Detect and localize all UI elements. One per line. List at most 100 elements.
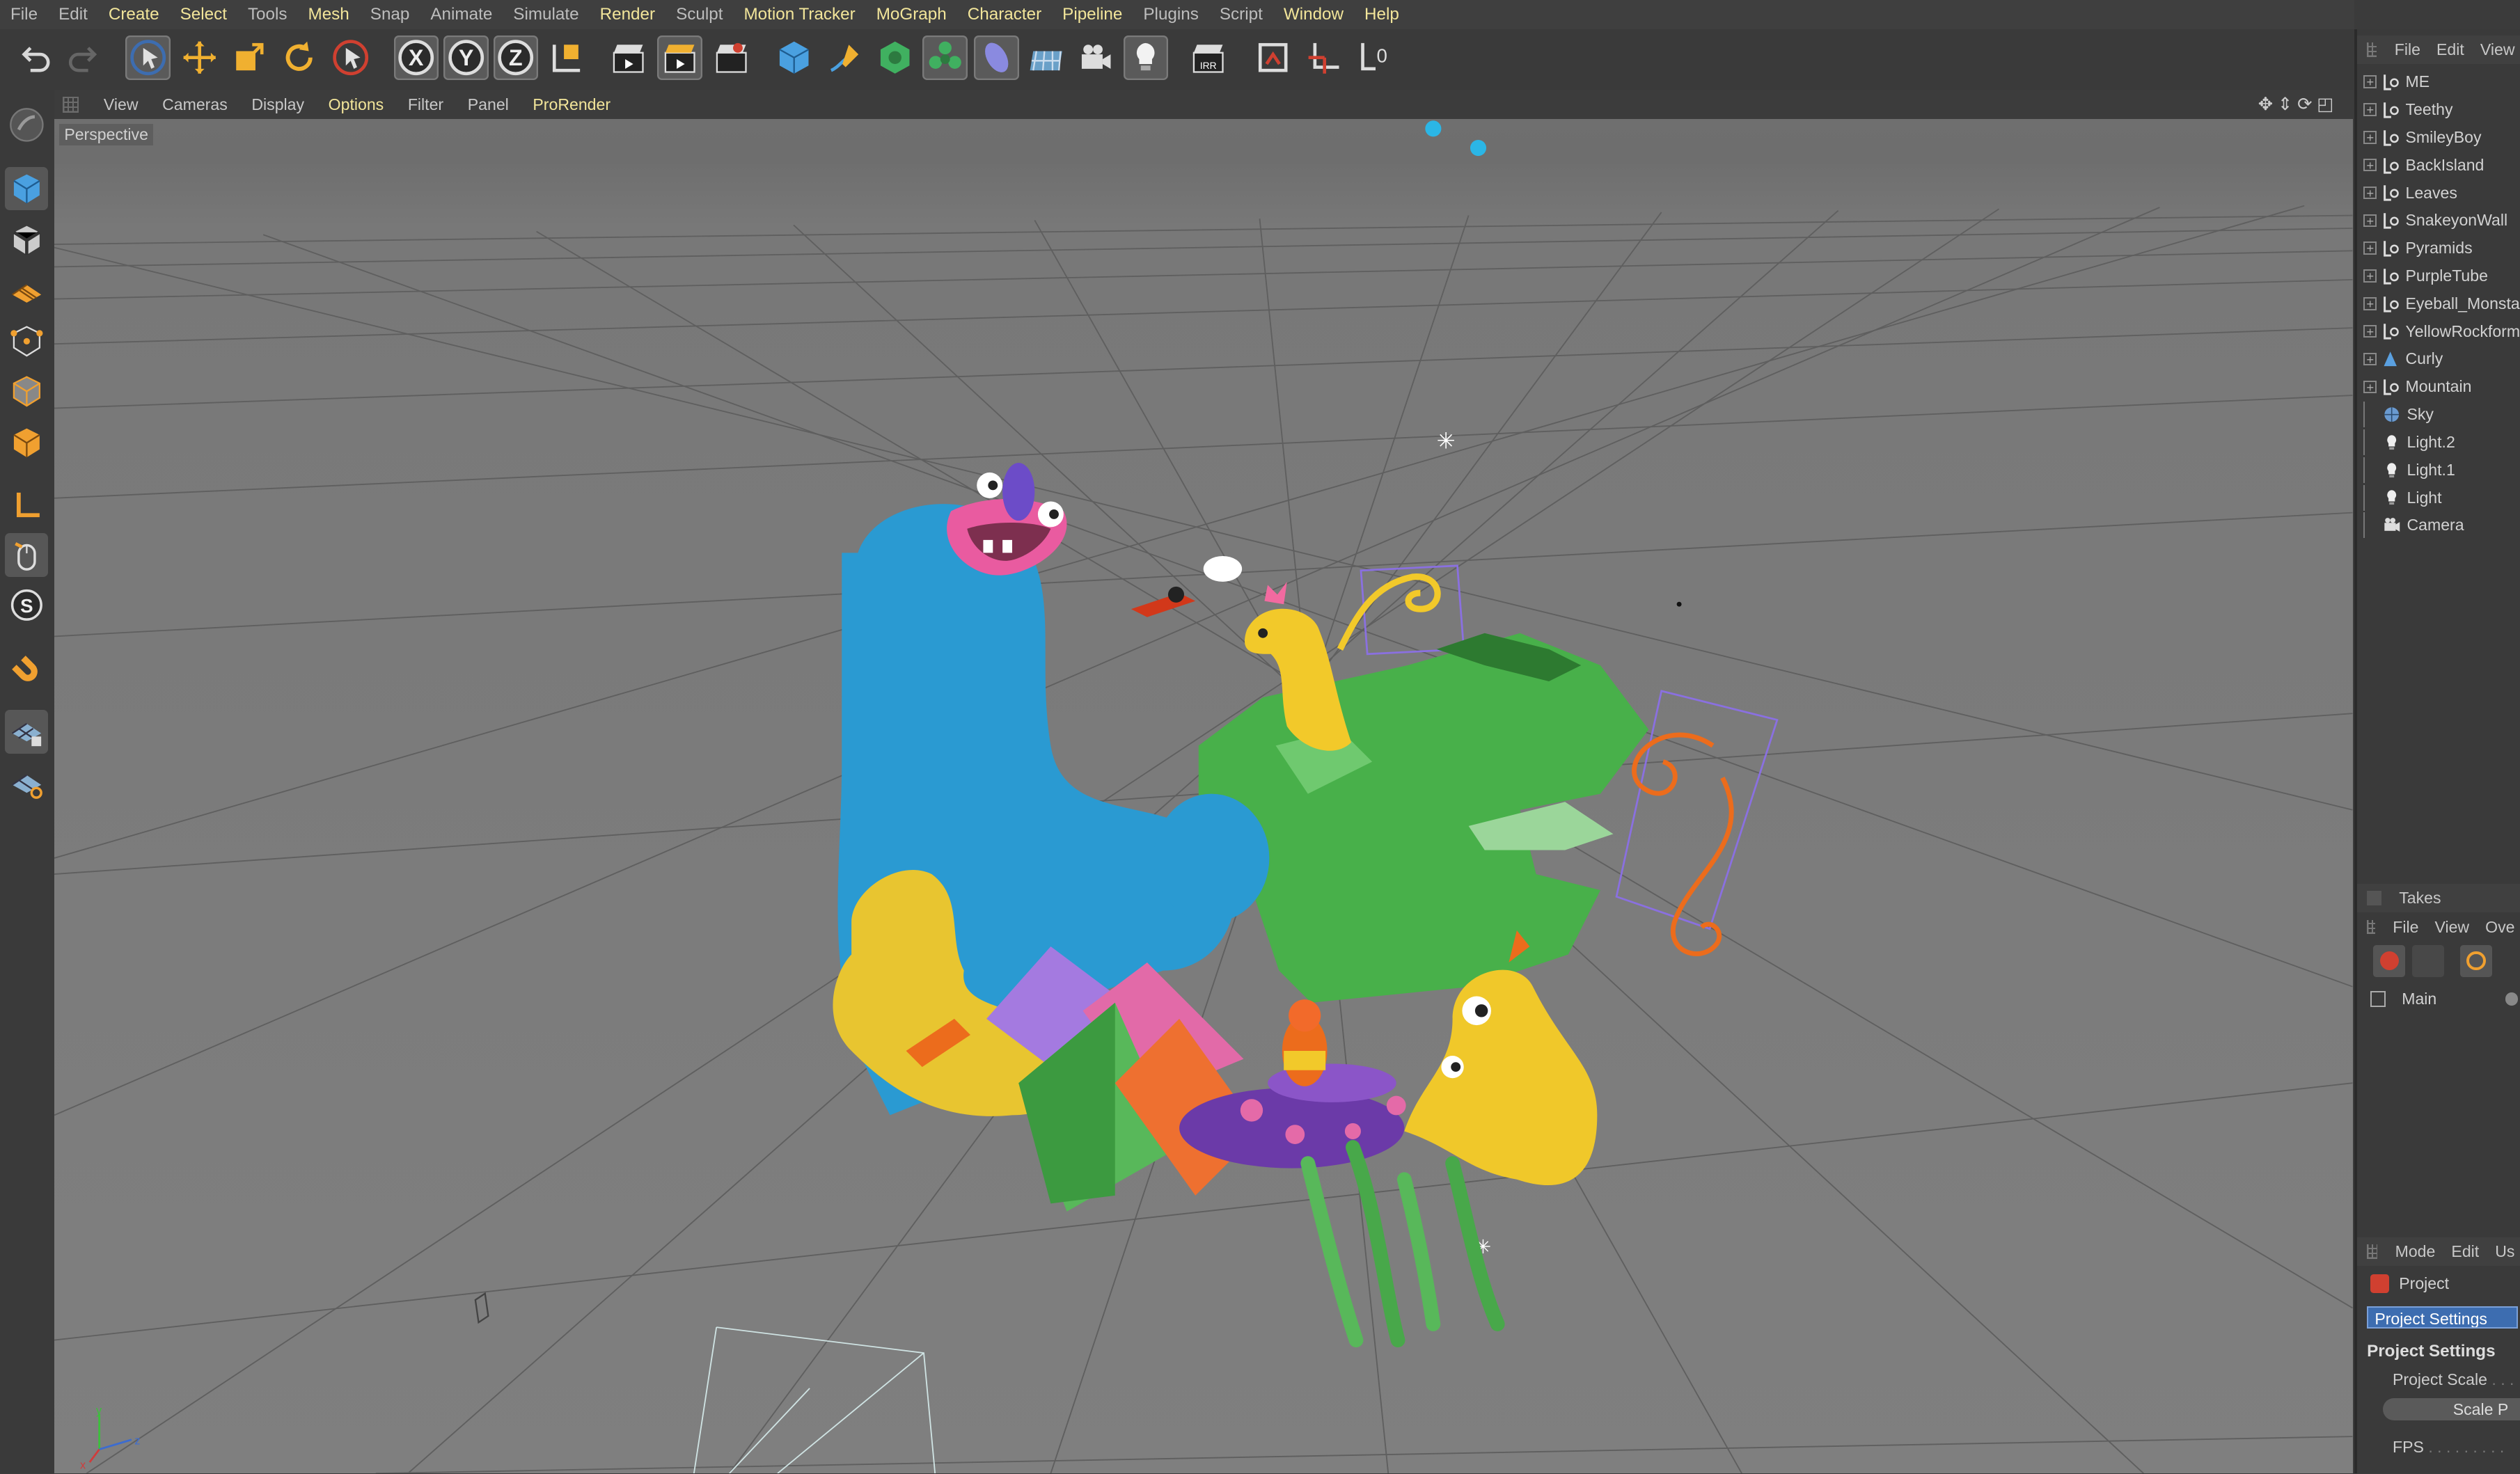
planar-workplane-button[interactable]	[5, 761, 48, 805]
menu-script[interactable]: Script	[1209, 5, 1273, 24]
viewport-menu-display[interactable]: Display	[239, 95, 316, 114]
expand-icon[interactable]: +	[2363, 352, 2377, 365]
menu-edit[interactable]: Edit	[48, 5, 98, 24]
object-row-teethy[interactable]: + Teethy	[2363, 97, 2452, 122]
object-row-me[interactable]: + ME	[2363, 69, 2430, 95]
object-row-backisland[interactable]: + BackIsland	[2363, 152, 2484, 178]
add-light-button[interactable]	[1123, 35, 1169, 81]
workplane-button[interactable]	[1302, 35, 1347, 81]
object-row-eyeball-monsta[interactable]: + Eyeball_Monsta	[2363, 291, 2520, 317]
edges-mode-button[interactable]	[5, 370, 48, 413]
viewport-menu-prorender[interactable]: ProRender	[521, 95, 622, 114]
render-picture-viewer-button[interactable]	[657, 35, 702, 81]
menu-mograph[interactable]: MoGraph	[866, 5, 957, 24]
menu-plugins[interactable]: Plugins	[1133, 5, 1208, 24]
add-floor-button[interactable]	[1024, 35, 1069, 81]
viewport-menu-options[interactable]: Options	[316, 95, 395, 114]
rotate-tool-button[interactable]	[276, 35, 322, 81]
object-row-snakeyonwall[interactable]: + SnakeyonWall	[2363, 207, 2507, 233]
add-cube-button[interactable]	[771, 35, 817, 81]
expand-icon[interactable]: +	[2363, 380, 2377, 393]
expand-icon[interactable]: +	[2363, 75, 2377, 88]
add-take-button[interactable]	[2373, 944, 2406, 977]
attributes-menu-mode[interactable]: Mode	[2387, 1242, 2443, 1261]
tab-project-settings[interactable]: Project Settings	[2367, 1306, 2519, 1329]
expand-icon[interactable]: +	[2363, 269, 2377, 283]
expand-icon[interactable]: +	[2363, 186, 2377, 200]
object-manager-menu-view[interactable]: View	[2472, 40, 2520, 59]
interactive-render-button[interactable]: IRR	[1186, 35, 1231, 81]
menu-file[interactable]: File	[0, 5, 48, 24]
menu-pipeline[interactable]: Pipeline	[1052, 5, 1133, 24]
live-selection-button[interactable]	[125, 35, 171, 81]
menu-create[interactable]: Create	[98, 5, 170, 24]
menu-tools[interactable]: Tools	[237, 5, 298, 24]
tweak-mode-button[interactable]	[4, 533, 49, 577]
scale-tool-button[interactable]	[227, 35, 272, 81]
add-spline-button[interactable]	[823, 35, 868, 81]
object-manager-menu-file[interactable]: File	[2386, 40, 2428, 59]
object-row-leaves[interactable]: + Leaves	[2363, 180, 2457, 206]
menu-select[interactable]: Select	[170, 5, 237, 24]
points-mode-button[interactable]	[5, 319, 48, 363]
viewport-menu-filter[interactable]: Filter	[396, 95, 456, 114]
render-settings-button[interactable]	[709, 35, 754, 81]
add-deformer-button[interactable]	[974, 35, 1019, 81]
coordinate-system-button[interactable]	[545, 35, 590, 81]
snap-magnet-button[interactable]	[5, 649, 48, 692]
viewport-pan-icon[interactable]: ✥	[2258, 93, 2273, 115]
attributes-menu-edit[interactable]: Edit	[2443, 1242, 2487, 1261]
expand-icon[interactable]: +	[2363, 324, 2377, 338]
object-row-sky[interactable]: Sky	[2363, 402, 2434, 428]
expand-icon[interactable]: +	[2363, 297, 2377, 310]
object-manager-menu-edit[interactable]: Edit	[2429, 40, 2473, 59]
expand-icon[interactable]: +	[2363, 214, 2377, 227]
object-row-pyramids[interactable]: + Pyramids	[2363, 235, 2473, 261]
menu-help[interactable]: Help	[1354, 5, 1410, 24]
viewport-menu-view[interactable]: View	[92, 95, 150, 114]
take-check-icon[interactable]	[2370, 991, 2386, 1007]
object-row-purpletube[interactable]: + PurpleTube	[2363, 263, 2488, 289]
scale-project-button[interactable]: Scale P	[2383, 1397, 2520, 1420]
viewport-orbit-icon[interactable]: ⟳	[2297, 93, 2312, 115]
perspective-viewport[interactable]: ✳ ✳ y z x Perspective	[54, 118, 2353, 1474]
menu-animate[interactable]: Animate	[420, 5, 503, 24]
move-tool-button[interactable]	[177, 35, 222, 81]
layer-button[interactable]: 0	[1352, 35, 1397, 81]
redo-button[interactable]	[61, 35, 107, 81]
object-row-yellowrockform[interactable]: + YellowRockform	[2363, 319, 2520, 344]
object-row-camera[interactable]: Camera	[2363, 512, 2464, 539]
menu-render[interactable]: Render	[590, 5, 666, 24]
object-row-light[interactable]: Light	[2363, 484, 2442, 511]
x-axis-lock-button[interactable]: X	[393, 35, 439, 81]
model-mode-button[interactable]	[4, 167, 49, 211]
menu-simulate[interactable]: Simulate	[503, 5, 589, 24]
viewport-menu-panel[interactable]: Panel	[455, 95, 521, 114]
object-row-curly[interactable]: + Curly	[2363, 347, 2443, 372]
object-row-mountain[interactable]: + Mountain	[2363, 374, 2471, 399]
main-take-row[interactable]: Main	[2370, 990, 2519, 1008]
menu-mesh[interactable]: Mesh	[298, 5, 360, 24]
menu-character[interactable]: Character	[957, 5, 1052, 24]
menu-sculpt[interactable]: Sculpt	[666, 5, 733, 24]
snapping-button[interactable]	[1250, 35, 1296, 81]
z-axis-lock-button[interactable]: Z	[493, 35, 539, 81]
attributes-menu-us[interactable]: Us	[2487, 1242, 2520, 1261]
viewport-menu-cameras[interactable]: Cameras	[150, 95, 239, 114]
takes-menu-ove[interactable]: Ove	[2478, 918, 2520, 937]
menu-window[interactable]: Window	[1273, 5, 1354, 24]
viewport-maximize-icon[interactable]: ◰	[2317, 93, 2333, 115]
add-camera-button[interactable]	[1073, 35, 1119, 81]
render-view-button[interactable]	[606, 35, 651, 81]
menu-motion-tracker[interactable]: Motion Tracker	[733, 5, 865, 24]
expand-icon[interactable]: +	[2363, 131, 2377, 144]
menu-snap[interactable]: Snap	[360, 5, 420, 24]
expand-icon[interactable]: +	[2363, 103, 2377, 116]
solo-button[interactable]: S	[5, 583, 48, 626]
object-row-light-2[interactable]: Light.2	[2363, 429, 2455, 455]
y-axis-lock-button[interactable]: Y	[443, 35, 489, 81]
texture-mode-button[interactable]	[5, 219, 48, 262]
undo-button[interactable]	[13, 35, 58, 81]
add-subdivision-button[interactable]	[873, 35, 918, 81]
viewport-dolly-icon[interactable]: ⇕	[2278, 93, 2292, 115]
